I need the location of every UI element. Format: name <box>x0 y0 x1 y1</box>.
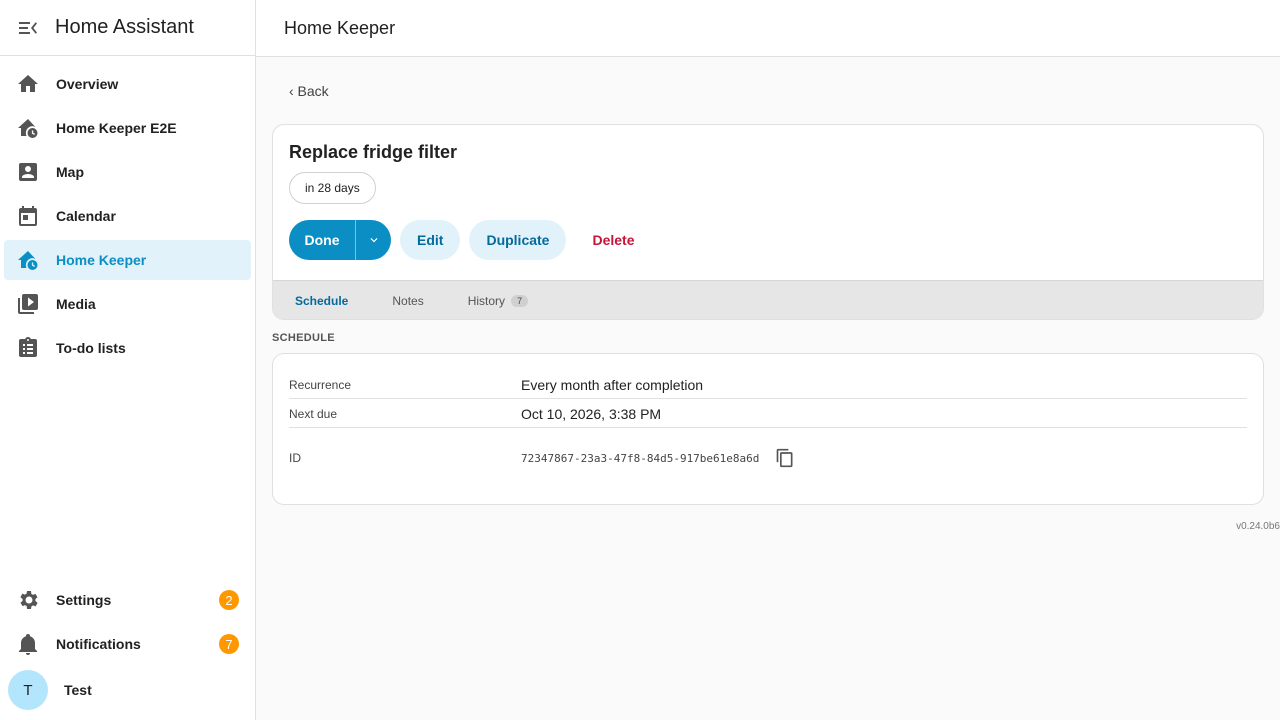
sidebar-nav: Overview Home Keeper E2E Map Calendar Ho… <box>0 56 255 368</box>
sidebar-item-label: Settings <box>56 592 112 608</box>
todo-icon <box>16 336 40 360</box>
row-divider <box>289 398 1247 399</box>
sidebar-item-label: Overview <box>56 76 119 92</box>
sidebar-item-label: Media <box>56 296 96 312</box>
home-icon <box>16 72 40 96</box>
recurrence-row: Recurrence Every month after completion <box>289 376 1247 394</box>
section-heading: SCHEDULE <box>272 332 335 344</box>
next-due-row: Next due Oct 10, 2026, 3:38 PM <box>289 405 1247 423</box>
id-label: ID <box>289 451 301 465</box>
done-split-button: Done <box>289 220 391 260</box>
chevron-down-icon <box>370 238 377 243</box>
tab-notes[interactable]: Notes <box>370 281 445 319</box>
gear-icon <box>16 588 40 612</box>
back-link[interactable]: ‹ Back <box>289 83 329 99</box>
settings-badge: 2 <box>219 590 239 610</box>
task-tabs: Schedule Notes History 7 <box>273 280 1263 319</box>
sidebar-item-todo-lists[interactable]: To-do lists <box>4 328 251 368</box>
sidebar-item-notifications[interactable]: Notifications 7 <box>4 624 251 664</box>
sidebar-bottom: Settings 2 Notifications 7 T Test <box>0 580 255 720</box>
bell-icon <box>16 632 40 656</box>
tab-label: Schedule <box>295 294 349 308</box>
avatar: T <box>8 670 48 710</box>
sidebar-item-label: Home Keeper <box>56 252 147 268</box>
next-due-value: Oct 10, 2026, 3:38 PM <box>521 406 662 422</box>
tab-label: Notes <box>392 294 424 308</box>
row-divider <box>289 427 1247 428</box>
duplicate-button[interactable]: Duplicate <box>469 220 567 260</box>
app-title: Home Assistant <box>55 16 194 38</box>
tab-label: History <box>467 294 506 308</box>
sidebar-header: Home Assistant <box>0 0 255 56</box>
recurrence-value: Every month after completion <box>521 377 704 393</box>
tab-schedule[interactable]: Schedule <box>273 281 370 319</box>
sidebar-item-home-keeper-e2e[interactable]: Home Keeper E2E <box>4 108 251 148</box>
sidebar-item-label: Map <box>56 164 84 180</box>
sidebar-item-settings[interactable]: Settings 2 <box>4 580 251 620</box>
delete-button[interactable]: Delete <box>575 220 651 260</box>
sidebar-item-user[interactable]: T Test <box>4 668 251 712</box>
notifications-badge: 7 <box>219 634 239 654</box>
task-title: Replace fridge filter <box>289 142 458 162</box>
edit-button[interactable]: Edit <box>400 220 461 260</box>
sidebar-item-label: Calendar <box>56 208 116 224</box>
id-value: 72347867-23a3-47f8-84d5-917be61e8a6d <box>521 451 760 465</box>
sidebar-item-calendar[interactable]: Calendar <box>4 196 251 236</box>
sidebar-item-label: Home Keeper E2E <box>56 120 177 136</box>
sidebar-item-label: To-do lists <box>56 340 126 356</box>
copy-icon <box>777 448 793 468</box>
done-options-button[interactable] <box>356 220 391 260</box>
user-name: Test <box>64 682 92 698</box>
home-clock-icon <box>16 116 40 140</box>
sidebar-item-media[interactable]: Media <box>4 284 251 324</box>
top-bar: Home Keeper <box>256 0 1280 57</box>
history-count-badge: 7 <box>511 295 529 307</box>
copy-id-button[interactable] <box>773 446 797 470</box>
due-chip: in 28 days <box>289 172 376 204</box>
sidebar-item-home-keeper[interactable]: Home Keeper <box>4 240 251 280</box>
calendar-icon <box>16 204 40 228</box>
version-label: v0.24.0b6 <box>1236 521 1280 532</box>
map-icon <box>16 160 40 184</box>
schedule-card: Recurrence Every month after completion … <box>272 353 1264 505</box>
home-clock-icon <box>16 248 40 272</box>
media-icon <box>16 292 40 316</box>
main-content: ‹ Back Replace fridge filter in 28 days … <box>256 57 1280 720</box>
menu-collapse-icon[interactable] <box>8 8 48 48</box>
sidebar-item-overview[interactable]: Overview <box>4 64 251 104</box>
done-button[interactable]: Done <box>289 220 355 260</box>
action-buttons: Done Edit Duplicate Delete <box>289 220 652 260</box>
next-due-label: Next due <box>289 407 338 421</box>
recurrence-label: Recurrence <box>289 378 352 392</box>
sidebar: Home Assistant Overview Home Keeper E2E … <box>0 0 256 720</box>
task-card: Replace fridge filter in 28 days Done Ed… <box>272 124 1264 320</box>
sidebar-item-label: Notifications <box>56 636 141 652</box>
sidebar-item-map[interactable]: Map <box>4 152 251 192</box>
tab-history[interactable]: History 7 <box>446 281 550 319</box>
id-row: ID 72347867-23a3-47f8-84d5-917be61e8a6d <box>289 446 1247 470</box>
page-title: Home Keeper <box>284 17 396 38</box>
